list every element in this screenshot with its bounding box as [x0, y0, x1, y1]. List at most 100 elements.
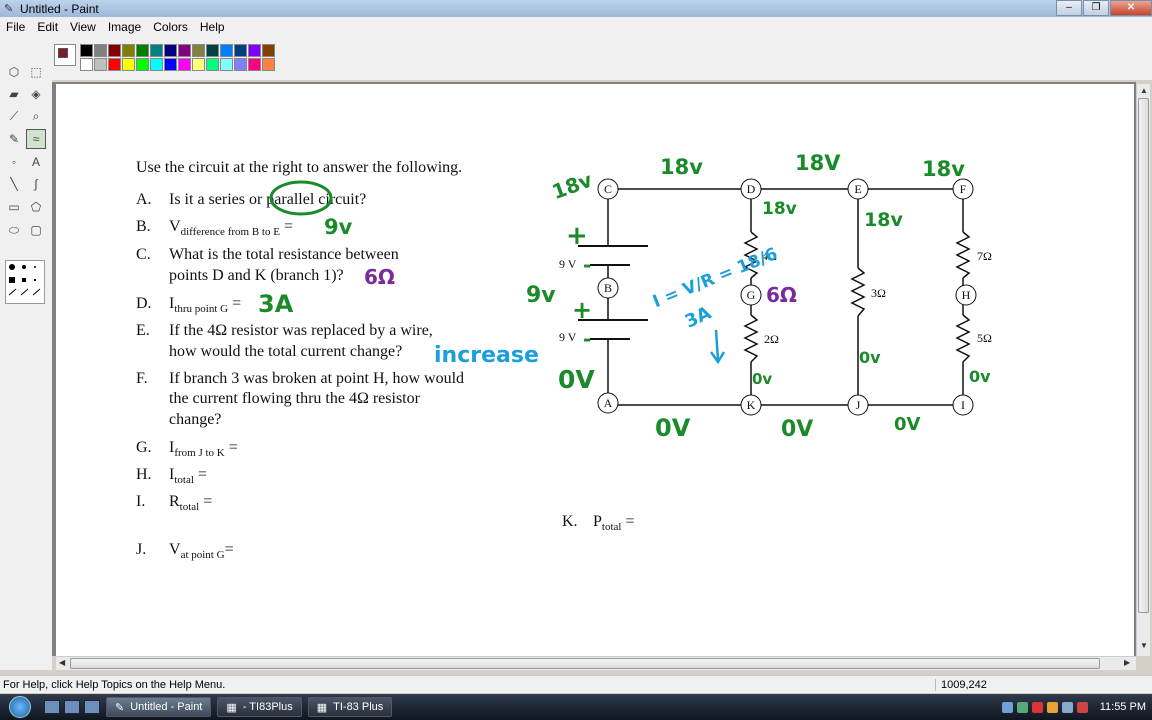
airbrush-icon[interactable]: ◦ [4, 152, 24, 172]
palette-swatch[interactable] [220, 58, 233, 71]
start-button[interactable] [0, 694, 40, 720]
close-button[interactable]: ✕ [1110, 0, 1152, 16]
palette-swatch[interactable] [262, 58, 275, 71]
menu-view[interactable]: View [64, 20, 102, 34]
scroll-left-icon[interactable]: ◀ [59, 658, 65, 667]
current-arrow-shaft [714, 329, 720, 361]
curve-icon[interactable]: ∫ [26, 174, 46, 194]
node-e: E [847, 178, 869, 200]
current-colors[interactable] [54, 44, 76, 66]
calculator-icon: ▦ [226, 701, 237, 714]
pencil-icon[interactable]: ✎ [4, 129, 24, 149]
tray-icon-antivirus[interactable] [1031, 701, 1043, 713]
palette-swatch[interactable] [136, 58, 149, 71]
svg-text:D: D [747, 182, 756, 196]
drawing-canvas[interactable]: Use the circuit at the right to answer t… [56, 84, 1134, 656]
status-bar: For Help, click Help Topics on the Help … [0, 675, 1152, 693]
question-k-text: Ptotal = [593, 513, 635, 533]
palette-swatch[interactable] [94, 58, 107, 71]
tray-icon-app[interactable] [1076, 701, 1088, 713]
ellipse-icon[interactable]: ⬭ [4, 220, 24, 240]
palette-swatch[interactable] [94, 44, 107, 57]
palette-swatch[interactable] [80, 58, 93, 71]
palette-swatch[interactable] [122, 58, 135, 71]
palette-swatch[interactable] [122, 44, 135, 57]
menu-bar: File Edit View Image Colors Help [0, 17, 1152, 36]
menu-help[interactable]: Help [194, 20, 231, 34]
menu-file[interactable]: File [0, 20, 31, 34]
palette-swatch[interactable] [150, 44, 163, 57]
palette-swatch[interactable] [150, 58, 163, 71]
hw-amps: 3A [682, 302, 715, 332]
rect-select-icon[interactable]: ⬚ [26, 62, 46, 82]
palette-swatch[interactable] [248, 44, 261, 57]
svg-text:K: K [747, 398, 756, 412]
magnifier-icon[interactable]: ⌕ [26, 106, 46, 126]
fill-bucket-icon[interactable]: ◈ [26, 84, 46, 104]
horizontal-scroll-thumb[interactable] [70, 658, 1100, 669]
palette-swatch[interactable] [164, 44, 177, 57]
polygon-icon[interactable]: ⬠ [26, 197, 46, 217]
clock[interactable]: 11:55 PM [1100, 701, 1146, 713]
scroll-down-icon[interactable]: ▼ [1140, 641, 1148, 650]
quicklaunch-icon-1[interactable] [44, 700, 60, 714]
question-f-label: F. [136, 370, 148, 387]
vertical-scrollbar[interactable]: ▲ ▼ [1136, 84, 1150, 656]
scroll-right-icon[interactable]: ▶ [1124, 658, 1130, 667]
eraser-icon[interactable]: ▰ [4, 84, 24, 104]
palette-swatch[interactable] [108, 58, 121, 71]
palette-swatch[interactable] [206, 44, 219, 57]
free-select-icon[interactable]: ⬡ [4, 62, 24, 82]
palette-swatch[interactable] [234, 58, 247, 71]
question-g-label: G. [136, 439, 152, 456]
quicklaunch-icon-3[interactable] [84, 700, 100, 714]
quicklaunch-icon-2[interactable] [64, 700, 80, 714]
palette-swatch[interactable] [192, 58, 205, 71]
brush-icon[interactable]: ≈ [26, 129, 46, 149]
rounded-rect-icon[interactable]: ▢ [26, 220, 46, 240]
palette-swatch[interactable] [192, 44, 205, 57]
horizontal-scrollbar[interactable]: ◀ ▶ [56, 656, 1136, 670]
line-icon[interactable]: ╲ [4, 174, 24, 194]
palette-swatch[interactable] [234, 44, 247, 57]
tray-icon-network[interactable] [1001, 701, 1013, 713]
tray-icon-update[interactable] [1046, 701, 1058, 713]
menu-image[interactable]: Image [102, 20, 147, 34]
palette-swatch[interactable] [80, 44, 93, 57]
palette-swatch[interactable] [178, 44, 191, 57]
vertical-scroll-thumb[interactable] [1138, 98, 1149, 613]
color-palette [80, 44, 275, 71]
tray-icon-volume[interactable] [1061, 701, 1073, 713]
palette-swatch[interactable] [206, 58, 219, 71]
hw-top-de: 18V [795, 151, 841, 175]
hw-bottom-ji: 0V [894, 414, 921, 435]
palette-swatch[interactable] [136, 44, 149, 57]
brush-options[interactable] [5, 260, 45, 304]
task-ti83plus-2[interactable]: ▦ TI-83 Plus [307, 697, 393, 717]
scroll-up-icon[interactable]: ▲ [1140, 86, 1148, 95]
tray-icon-shield[interactable] [1016, 701, 1028, 713]
restore-button[interactable]: ❐ [1083, 0, 1109, 16]
svg-text:G: G [747, 288, 756, 302]
palette-swatch[interactable] [178, 58, 191, 71]
hw-minus-bottom: - [583, 327, 591, 351]
minimize-button[interactable]: – [1056, 0, 1082, 16]
palette-swatch[interactable] [108, 44, 121, 57]
question-h-label: H. [136, 466, 152, 483]
rectangle-icon[interactable]: ▭ [4, 197, 24, 217]
node-b: B [597, 277, 619, 299]
hw-node-e: 18v [864, 209, 903, 231]
text-icon[interactable]: A [26, 152, 46, 172]
menu-colors[interactable]: Colors [147, 20, 194, 34]
task-paint[interactable]: ✎ Untitled - Paint [106, 697, 212, 717]
menu-edit[interactable]: Edit [31, 20, 64, 34]
palette-swatch[interactable] [164, 58, 177, 71]
svg-text:E: E [854, 182, 861, 196]
palette-swatch[interactable] [262, 44, 275, 57]
palette-swatch[interactable] [248, 58, 261, 71]
hw-plus-bottom: + [572, 296, 592, 324]
task-ti83plus-1[interactable]: ▦ - TI83Plus [217, 697, 302, 717]
color-picker-icon[interactable]: ⟋ [4, 106, 24, 126]
paint-task-icon: ✎ [115, 701, 125, 714]
palette-swatch[interactable] [220, 44, 233, 57]
